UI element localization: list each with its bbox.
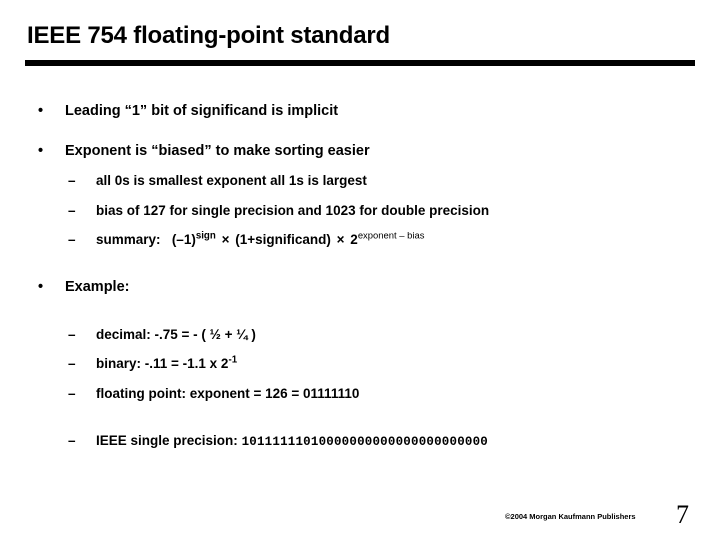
example-label: Example:	[65, 279, 130, 296]
example-decimal-line: – decimal: -.75 = - ( ½ + ¼ )	[0, 326, 720, 343]
footer-copyright: ©2004 Morgan Kaufmann Publishers	[505, 512, 636, 521]
slide-canvas: IEEE 754 floating-point standard • Leadi…	[0, 0, 720, 540]
subbullet-summary-formula: – summary: (–1)sign × (1+significand) × …	[0, 231, 720, 248]
multiply-symbol-1: ×	[221, 231, 230, 247]
example-decimal-text: decimal: -.75 = - ( ½ + ¼ )	[96, 327, 256, 343]
bullet-text: Leading “1” bit of significand is implic…	[65, 103, 339, 119]
slide-number: 7	[676, 500, 689, 529]
dash-marker-icon: –	[68, 432, 76, 448]
slide-body: • Leading “1” bit of significand is impl…	[0, 102, 720, 450]
dash-marker-icon: –	[68, 231, 76, 247]
example-binary-line: – binary: -.11 = -1.1 x 2-1	[0, 355, 720, 372]
dash-marker-icon: –	[68, 173, 76, 189]
example-binary-text: binary: -.11 = -1.1 x 2	[96, 356, 229, 372]
page-title: IEEE 754 floating-point standard	[27, 22, 390, 49]
formula-base-two: 2	[350, 231, 358, 247]
formula-two-exponent: exponent – bias	[357, 230, 425, 242]
dash-marker-icon: –	[68, 356, 76, 372]
subbullet-text: all 0s is smallest exponent all 1s is la…	[96, 173, 367, 189]
bullet-marker-icon: •	[38, 279, 44, 296]
subbullet-text: bias of 127 for single precision and 102…	[96, 202, 490, 218]
bullet-exponent-biased: • Exponent is “biased” to make sorting e…	[0, 142, 720, 160]
bullet-leading-one: • Leading “1” bit of significand is impl…	[0, 102, 720, 120]
title-divider	[25, 60, 695, 66]
formula-sign-exponent: sign	[195, 230, 216, 242]
ieee-bit-string: 10111111010000000000000000000000	[241, 434, 489, 449]
example-binary-exponent: -1	[228, 354, 238, 366]
formula-sign-base: (–1)	[171, 231, 196, 247]
formula-significand: (1+significand)	[235, 231, 331, 247]
multiply-symbol-2: ×	[336, 231, 345, 247]
bullet-example: • Example:	[0, 278, 720, 296]
subbullet-all-zeros: – all 0s is smallest exponent all 1s is …	[0, 172, 720, 189]
dash-marker-icon: –	[68, 385, 76, 401]
summary-label: summary:	[96, 231, 161, 247]
bullet-marker-icon: •	[38, 103, 44, 119]
dash-marker-icon: –	[68, 202, 76, 218]
ieee-label: IEEE single precision:	[96, 432, 238, 448]
example-ieee-single-precision-line: – IEEE single precision: 101111110100000…	[0, 432, 720, 450]
bullet-marker-icon: •	[38, 143, 44, 160]
bullet-text: Exponent is “biased” to make sorting eas…	[65, 143, 370, 160]
subbullet-bias-values: – bias of 127 for single precision and 1…	[0, 202, 720, 219]
example-floating-point-text: floating point: exponent = 126 = 0111111…	[96, 385, 360, 401]
dash-marker-icon: –	[68, 327, 76, 343]
example-floating-point-line: – floating point: exponent = 126 = 01111…	[0, 385, 720, 402]
